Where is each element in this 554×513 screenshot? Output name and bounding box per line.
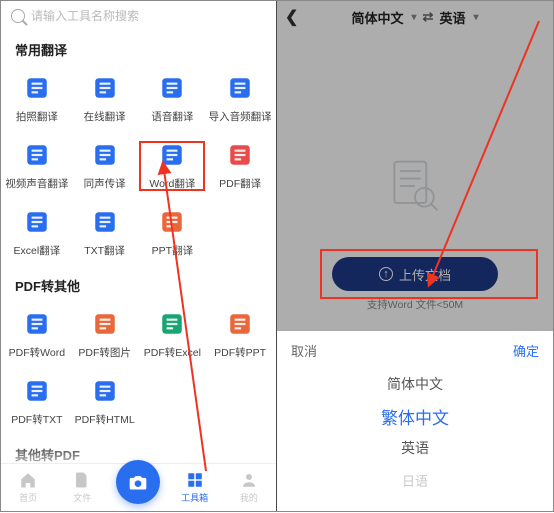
bottom-tabbar: 首页 文件 工具箱 我的 <box>1 463 276 511</box>
tool-icon <box>157 309 187 339</box>
tool-item[interactable]: 在线翻译 <box>71 65 139 132</box>
upload-hint: 支持Word 文件<50M <box>277 297 553 312</box>
tool-item[interactable]: PPT翻译 <box>139 199 207 266</box>
tool-label: 同声传译 <box>84 176 126 191</box>
tool-label: 语音翻译 <box>151 109 193 124</box>
tool-label: PDF翻译 <box>219 176 261 191</box>
tool-icon <box>90 309 120 339</box>
tool-item[interactable]: TXT翻译 <box>71 199 139 266</box>
swap-icon[interactable]: ⇄ <box>423 9 434 25</box>
tool-icon <box>157 73 187 103</box>
home-icon <box>19 471 37 489</box>
tool-label: 导入音频翻译 <box>209 109 272 124</box>
sheet-option[interactable]: 日语 <box>402 464 428 496</box>
tool-grid-common: 拍照翻译 在线翻译 语音翻译 导入音频翻译视频声音翻译 同声传译 Word翻译 PDF翻译 E… <box>1 65 276 266</box>
tool-item[interactable]: PDF转图片 <box>71 301 139 368</box>
tool-icon <box>22 309 52 339</box>
chevron-down-icon: ▾ <box>473 12 478 23</box>
tool-grid-pdf2: PDF转Word PDF转图片 PDF转Excel PDF转PPT PDF转TXT PDF… <box>1 301 276 435</box>
sheet-option[interactable]: 简体中文 <box>387 368 443 400</box>
tab-files-label: 文件 <box>73 491 91 504</box>
dst-lang[interactable]: 英语 <box>439 8 465 27</box>
tool-item[interactable]: 视频声音翻译 <box>3 132 71 199</box>
tool-item[interactable]: PDF转Word <box>3 301 71 368</box>
tool-label: PDF转图片 <box>78 345 131 360</box>
tool-label: PDF转TXT <box>11 412 62 427</box>
camera-icon <box>128 472 148 492</box>
src-lang[interactable]: 简体中文 <box>352 8 404 27</box>
sheet-option-list[interactable]: 简体中文繁体中文英语日语 <box>277 368 553 496</box>
tab-home[interactable]: 首页 <box>8 471 48 504</box>
tab-files[interactable]: 文件 <box>62 471 102 504</box>
tool-item[interactable]: Word翻译 <box>139 132 207 199</box>
tool-icon <box>225 309 255 339</box>
tools-icon <box>186 471 204 489</box>
section-pdf2-title: PDF转其他 <box>1 266 276 301</box>
tool-label: 视频声音翻译 <box>5 176 68 191</box>
sheet-option[interactable]: 繁体中文 <box>381 400 449 432</box>
search-placeholder: 请输入工具名称搜索 <box>31 7 139 24</box>
tool-icon <box>90 207 120 237</box>
back-icon[interactable]: ❮ <box>285 7 298 27</box>
files-icon <box>73 471 91 489</box>
upload-plus-icon: ↑ <box>379 267 393 281</box>
fab-camera[interactable] <box>116 460 160 504</box>
tool-icon <box>22 140 52 170</box>
tool-item[interactable]: PDF转HTML <box>71 368 139 435</box>
tool-icon <box>90 140 120 170</box>
tool-icon <box>22 73 52 103</box>
tool-label: 在线翻译 <box>84 109 126 124</box>
user-icon <box>240 471 258 489</box>
tab-tools[interactable]: 工具箱 <box>175 471 215 504</box>
tool-item[interactable]: PDF翻译 <box>206 132 274 199</box>
right-pane: ❮ 简体中文 ▾ ⇄ 英语 ▾ ↑ 上传文档 支持Word 文件<50M <box>277 1 553 511</box>
tool-icon <box>225 140 255 170</box>
tool-label: PPT翻译 <box>152 243 193 258</box>
tool-icon <box>225 73 255 103</box>
tool-item[interactable]: PDF转PPT <box>206 301 274 368</box>
tool-icon <box>22 376 52 406</box>
tool-label: PDF转Excel <box>144 345 201 360</box>
tool-label: PDF转HTML <box>75 412 135 427</box>
search-bar[interactable]: 请输入工具名称搜索 <box>1 1 276 30</box>
tool-icon <box>22 207 52 237</box>
tool-item[interactable]: 拍照翻译 <box>3 65 71 132</box>
sheet-option[interactable]: 英语 <box>401 432 429 464</box>
tool-label: PDF转Word <box>9 345 65 360</box>
language-picker-sheet: 取消 确定 简体中文繁体中文英语日语 <box>277 331 553 511</box>
tool-item[interactable]: PDF转TXT <box>3 368 71 435</box>
sheet-ok[interactable]: 确定 <box>513 341 539 360</box>
tab-mine[interactable]: 我的 <box>229 471 269 504</box>
tool-item[interactable]: 同声传译 <box>71 132 139 199</box>
tool-label: TXT翻译 <box>84 243 125 258</box>
chevron-down-icon: ▾ <box>412 12 417 23</box>
tab-mine-label: 我的 <box>240 491 258 504</box>
tool-icon <box>157 140 187 170</box>
tool-label: Excel翻译 <box>14 243 61 258</box>
search-icon <box>11 9 25 23</box>
upload-button[interactable]: ↑ 上传文档 <box>332 257 498 291</box>
left-pane: 请输入工具名称搜索 常用翻译 拍照翻译 在线翻译 语音翻译 导入音频翻译视频声音翻译 同… <box>1 1 277 511</box>
tab-home-label: 首页 <box>19 491 37 504</box>
tool-icon <box>90 73 120 103</box>
document-placeholder-icon <box>385 156 445 216</box>
tool-item[interactable]: 导入音频翻译 <box>206 65 274 132</box>
tool-label: 拍照翻译 <box>16 109 58 124</box>
tool-item[interactable]: PDF转Excel <box>139 301 207 368</box>
tool-label: Word翻译 <box>149 176 195 191</box>
tool-item[interactable]: 语音翻译 <box>139 65 207 132</box>
tab-tools-label: 工具箱 <box>181 491 208 504</box>
tool-icon <box>157 207 187 237</box>
tool-icon <box>90 376 120 406</box>
section-common-title: 常用翻译 <box>1 30 276 65</box>
upload-label: 上传文档 <box>399 265 451 284</box>
tool-item[interactable]: Excel翻译 <box>3 199 71 266</box>
translate-header: ❮ 简体中文 ▾ ⇄ 英语 ▾ <box>277 1 553 33</box>
sheet-cancel[interactable]: 取消 <box>291 341 317 360</box>
tool-label: PDF转PPT <box>214 345 266 360</box>
